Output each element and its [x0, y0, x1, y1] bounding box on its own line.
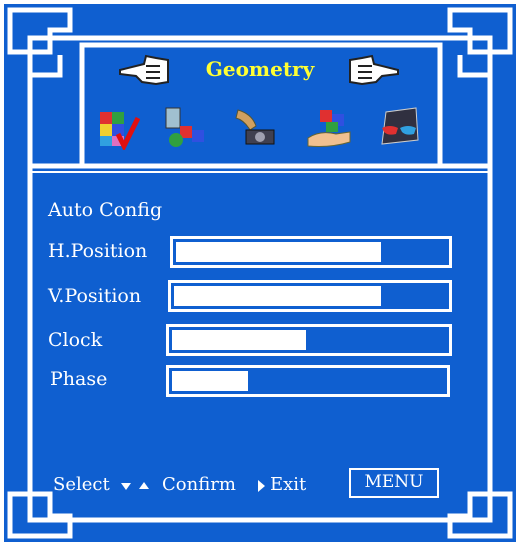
hand-pointing-right-icon — [349, 54, 399, 86]
v-position-slider[interactable] — [168, 280, 452, 312]
select-label: Select — [53, 474, 110, 495]
arrow-down-icon — [121, 483, 131, 490]
hand-holding-cubes-icon[interactable] — [306, 104, 352, 150]
v-position-slider-fill — [174, 286, 381, 306]
color-cube-icon[interactable] — [94, 104, 140, 150]
3d-glasses-icon[interactable] — [376, 104, 422, 150]
arrow-right-icon — [258, 480, 265, 492]
geometry-gramophone-icon[interactable] — [232, 104, 278, 150]
confirm-label: Confirm — [162, 474, 236, 495]
auto-config-item[interactable]: Auto Config — [48, 199, 162, 221]
clock-slider-fill — [172, 330, 306, 350]
h-position-slider[interactable] — [170, 236, 452, 268]
shapes-blocks-icon[interactable] — [162, 104, 208, 150]
phase-slider[interactable] — [166, 365, 450, 397]
page-title: Geometry — [205, 57, 315, 81]
phase-label: Phase — [50, 368, 108, 390]
v-position-label: V.Position — [48, 285, 142, 307]
osd-frame — [4, 4, 516, 542]
clock-label: Clock — [48, 329, 103, 351]
arrow-up-icon — [139, 482, 149, 489]
hand-pointing-left-icon — [119, 54, 169, 86]
clock-slider[interactable] — [166, 324, 452, 356]
menu-button[interactable]: MENU — [349, 468, 439, 498]
exit-label: Exit — [270, 474, 307, 495]
h-position-label: H.Position — [48, 240, 148, 262]
h-position-slider-fill — [176, 242, 381, 262]
phase-slider-fill — [172, 371, 248, 391]
